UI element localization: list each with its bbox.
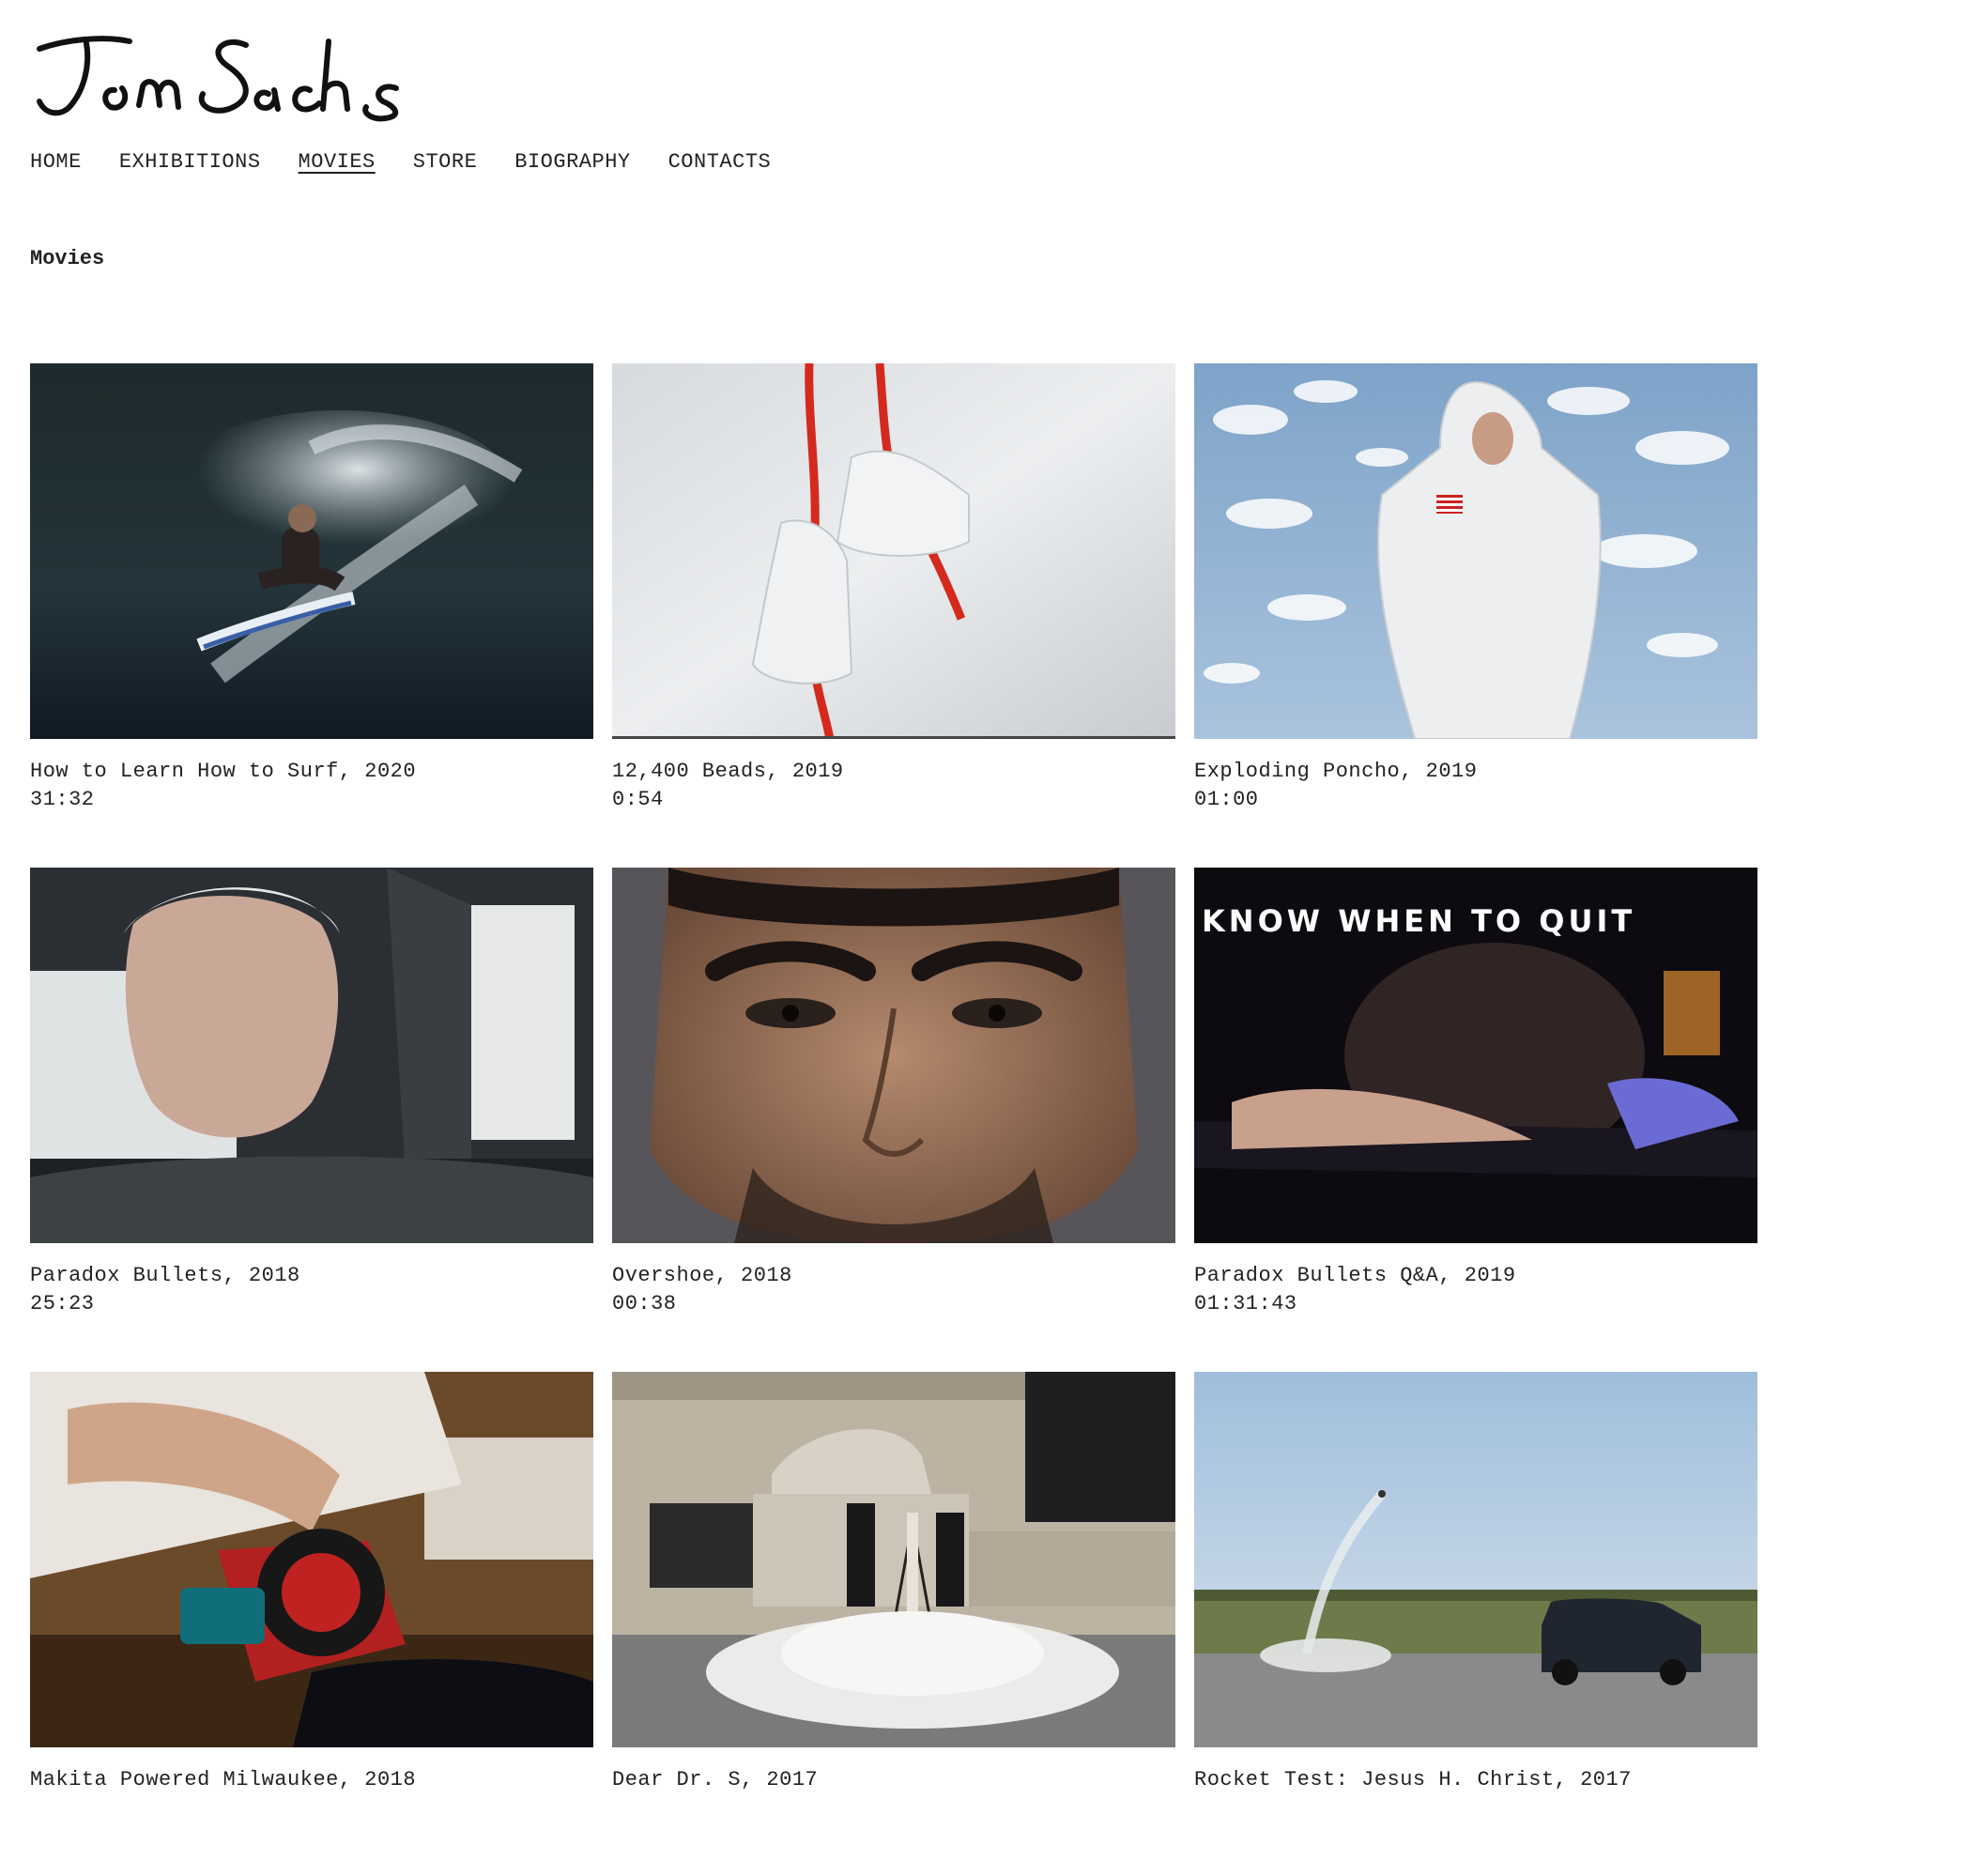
movie-caption[interactable]: Exploding Poncho, 2019 01:00 bbox=[1194, 758, 1757, 814]
movie-card[interactable]: Overshoe, 2018 00:38 bbox=[612, 868, 1175, 1372]
nav-item-contacts[interactable]: CONTACTS bbox=[668, 150, 772, 174]
movie-card[interactable]: KNOW WHEN TO QUIT Paradox Bullets Q&A, 2… bbox=[1194, 868, 1757, 1372]
movie-card[interactable]: Dear Dr. S, 2017 bbox=[612, 1372, 1175, 1876]
movie-caption[interactable]: 12,400 Beads, 2019 0:54 bbox=[612, 758, 1175, 814]
page-title: Movies bbox=[30, 247, 105, 270]
movie-thumbnail[interactable] bbox=[30, 1372, 593, 1747]
nav-item-biography[interactable]: BIOGRAPHY bbox=[514, 150, 630, 174]
power-tool-thumbnail-icon bbox=[30, 1372, 593, 1747]
nav-item-movies[interactable]: MOVIES bbox=[299, 150, 376, 174]
movie-caption[interactable]: Paradox Bullets, 2018 25:23 bbox=[30, 1262, 593, 1318]
movie-card[interactable]: Exploding Poncho, 2019 01:00 bbox=[1194, 363, 1757, 868]
movie-title: Paradox Bullets, 2018 bbox=[30, 1264, 300, 1287]
movie-title: 12,400 Beads, 2019 bbox=[612, 760, 844, 783]
movie-card[interactable]: Paradox Bullets, 2018 25:23 bbox=[30, 868, 593, 1372]
movie-title: Overshoe, 2018 bbox=[612, 1264, 792, 1287]
movie-caption[interactable]: Rocket Test: Jesus H. Christ, 2017 bbox=[1194, 1766, 1757, 1794]
movie-thumbnail[interactable] bbox=[1194, 363, 1757, 739]
signature-logo-icon bbox=[37, 36, 399, 122]
movie-duration: 01:00 bbox=[1194, 788, 1259, 811]
movie-card[interactable]: Makita Powered Milwaukee, 2018 bbox=[30, 1372, 593, 1876]
movie-card[interactable]: 12,400 Beads, 2019 0:54 bbox=[612, 363, 1175, 868]
movie-card[interactable]: How to Learn How to Surf, 2020 31:32 bbox=[30, 363, 593, 868]
rocket-field-thumbnail-icon bbox=[1194, 1372, 1757, 1747]
movie-duration: 00:38 bbox=[612, 1292, 677, 1315]
face-closeup-thumbnail-icon bbox=[612, 868, 1175, 1243]
nav-item-store[interactable]: STORE bbox=[413, 150, 478, 174]
movie-duration: 31:32 bbox=[30, 788, 95, 811]
movie-duration: 01:31:43 bbox=[1194, 1292, 1297, 1315]
nav-item-home[interactable]: HOME bbox=[30, 150, 82, 174]
movie-duration: 25:23 bbox=[30, 1292, 95, 1315]
movie-thumbnail[interactable] bbox=[612, 363, 1175, 739]
movie-thumbnail[interactable] bbox=[612, 868, 1175, 1243]
movie-title: Makita Powered Milwaukee, 2018 bbox=[30, 1768, 417, 1791]
movie-title: Rocket Test: Jesus H. Christ, 2017 bbox=[1194, 1768, 1632, 1791]
beads-thumbnail-icon bbox=[612, 363, 1175, 739]
movie-thumbnail[interactable] bbox=[30, 363, 593, 739]
movie-thumbnail[interactable]: KNOW WHEN TO QUIT bbox=[1194, 868, 1757, 1243]
movie-caption[interactable]: Dear Dr. S, 2017 bbox=[612, 1766, 1175, 1794]
movies-grid: How to Learn How to Surf, 2020 31:32 12,… bbox=[30, 363, 1769, 1876]
movie-duration: 0:54 bbox=[612, 788, 664, 811]
movie-thumbnail[interactable] bbox=[1194, 1372, 1757, 1747]
quit-banner-thumbnail-icon: KNOW WHEN TO QUIT bbox=[1194, 868, 1757, 1243]
movie-title: Paradox Bullets Q&A, 2019 bbox=[1194, 1264, 1516, 1287]
movie-title: Exploding Poncho, 2019 bbox=[1194, 760, 1478, 783]
movie-thumbnail[interactable] bbox=[30, 868, 593, 1243]
rocket-launch-building-thumbnail-icon bbox=[612, 1372, 1175, 1747]
poncho-thumbnail-icon bbox=[1194, 363, 1757, 739]
main-nav: HOME EXHIBITIONS MOVIES STORE BIOGRAPHY … bbox=[30, 150, 771, 174]
movie-card[interactable]: Rocket Test: Jesus H. Christ, 2017 bbox=[1194, 1372, 1757, 1876]
movie-title: Dear Dr. S, 2017 bbox=[612, 1768, 819, 1791]
movie-caption[interactable]: How to Learn How to Surf, 2020 31:32 bbox=[30, 758, 593, 814]
movie-caption[interactable]: Makita Powered Milwaukee, 2018 bbox=[30, 1766, 593, 1794]
nav-item-exhibitions[interactable]: EXHIBITIONS bbox=[119, 150, 261, 174]
movie-caption[interactable]: Overshoe, 2018 00:38 bbox=[612, 1262, 1175, 1318]
movie-title: How to Learn How to Surf, 2020 bbox=[30, 760, 417, 783]
site-logo[interactable] bbox=[28, 23, 441, 126]
man-in-car-thumbnail-icon bbox=[30, 868, 593, 1243]
surf-wave-thumbnail-icon bbox=[30, 363, 593, 739]
movie-caption[interactable]: Paradox Bullets Q&A, 2019 01:31:43 bbox=[1194, 1262, 1757, 1318]
movie-thumbnail[interactable] bbox=[612, 1372, 1175, 1747]
quit-banner-text: KNOW WHEN TO QUIT bbox=[1202, 903, 1635, 939]
